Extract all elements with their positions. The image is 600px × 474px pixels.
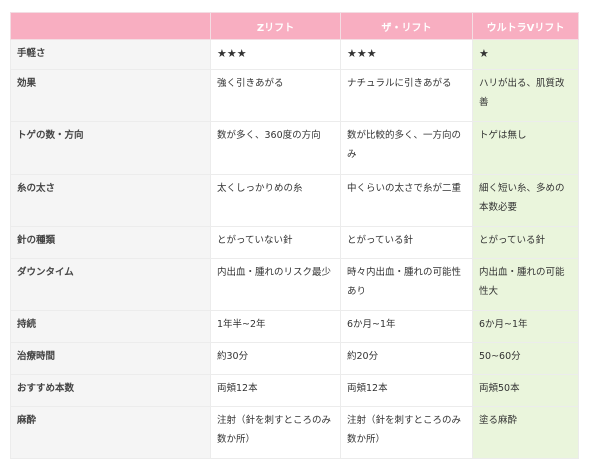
cell-the-lift: 中くらいの太さで糸が二重 — [340, 174, 473, 227]
cell-ultra-v-lift: ハリが出る、肌質改善 — [472, 69, 579, 122]
table-row: ダウンタイム 内出血・腫れのリスク最少 時々内出血・腫れの可能性あり 内出血・腫… — [10, 258, 579, 311]
row-label: ダウンタイム — [10, 258, 211, 311]
cell-ultra-v-lift: 内出血・腫れの可能性大 — [472, 258, 579, 311]
table-row: 効果 強く引きあがる ナチュラルに引きあがる ハリが出る、肌質改善 — [10, 69, 579, 122]
cell-z-lift: 太くしっかりめの糸 — [210, 174, 341, 227]
comparison-table: Zリフト ザ・リフト ウルトラVリフト 手軽さ ★★★ ★★★ ★ 効果 強く引… — [10, 12, 579, 459]
cell-the-lift: 両頬12本 — [340, 374, 473, 407]
table-row: トゲの数・方向 数が多く、360度の方向 数が比較的多く、一方向のみ トゲは無し — [10, 121, 579, 175]
row-label: 針の種類 — [10, 226, 211, 259]
cell-the-lift: 数が比較的多く、一方向のみ — [340, 121, 473, 175]
cell-z-lift: 内出血・腫れのリスク最少 — [210, 258, 341, 311]
cell-z-lift: とがっていない針 — [210, 226, 341, 259]
table-row: 手軽さ ★★★ ★★★ ★ — [10, 39, 579, 70]
cell-z-lift: ★★★ — [210, 39, 341, 70]
cell-ultra-v-lift: 塗る麻酔 — [472, 406, 579, 459]
row-label: 手軽さ — [10, 39, 211, 70]
table-row: 糸の太さ 太くしっかりめの糸 中くらいの太さで糸が二重 細く短い糸、多めの本数必… — [10, 174, 579, 227]
row-label: 糸の太さ — [10, 174, 211, 227]
row-label: 持続 — [10, 310, 211, 343]
row-label: おすすめ本数 — [10, 374, 211, 407]
cell-the-lift: ナチュラルに引きあがる — [340, 69, 473, 122]
comparison-table-container: Zリフト ザ・リフト ウルトラVリフト 手軽さ ★★★ ★★★ ★ 効果 強く引… — [10, 12, 579, 459]
cell-ultra-v-lift: 細く短い糸、多めの本数必要 — [472, 174, 579, 227]
table-row: 麻酔 注射（針を刺すところのみ数か所） 注射（針を刺すところのみ数か所） 塗る麻… — [10, 406, 579, 459]
cell-z-lift: 約30分 — [210, 342, 341, 375]
header-ultra-v-lift: ウルトラVリフト — [472, 12, 579, 40]
table-row: おすすめ本数 両頬12本 両頬12本 両頬50本 — [10, 374, 579, 407]
row-label: 麻酔 — [10, 406, 211, 459]
cell-z-lift: 注射（針を刺すところのみ数か所） — [210, 406, 341, 459]
header-z-lift: Zリフト — [210, 12, 341, 40]
cell-ultra-v-lift: 両頬50本 — [472, 374, 579, 407]
table-row: 持続 1年半~2年 6か月~1年 6か月~1年 — [10, 310, 579, 343]
cell-the-lift: とがっている針 — [340, 226, 473, 259]
header-corner — [10, 12, 211, 40]
header-the-lift: ザ・リフト — [340, 12, 473, 40]
cell-ultra-v-lift: ★ — [472, 39, 579, 70]
table-row: 治療時間 約30分 約20分 50~60分 — [10, 342, 579, 375]
cell-ultra-v-lift: 6か月~1年 — [472, 310, 579, 343]
cell-z-lift: 両頬12本 — [210, 374, 341, 407]
row-label: トゲの数・方向 — [10, 121, 211, 175]
cell-ultra-v-lift: とがっている針 — [472, 226, 579, 259]
cell-the-lift: 時々内出血・腫れの可能性あり — [340, 258, 473, 311]
cell-ultra-v-lift: 50~60分 — [472, 342, 579, 375]
cell-the-lift: 注射（針を刺すところのみ数か所） — [340, 406, 473, 459]
cell-the-lift: ★★★ — [340, 39, 473, 70]
table-row: 針の種類 とがっていない針 とがっている針 とがっている針 — [10, 226, 579, 259]
cell-z-lift: 強く引きあがる — [210, 69, 341, 122]
cell-ultra-v-lift: トゲは無し — [472, 121, 579, 175]
row-label: 効果 — [10, 69, 211, 122]
row-label: 治療時間 — [10, 342, 211, 375]
cell-the-lift: 約20分 — [340, 342, 473, 375]
cell-z-lift: 1年半~2年 — [210, 310, 341, 343]
cell-z-lift: 数が多く、360度の方向 — [210, 121, 341, 175]
table-header-row: Zリフト ザ・リフト ウルトラVリフト — [10, 12, 579, 40]
cell-the-lift: 6か月~1年 — [340, 310, 473, 343]
